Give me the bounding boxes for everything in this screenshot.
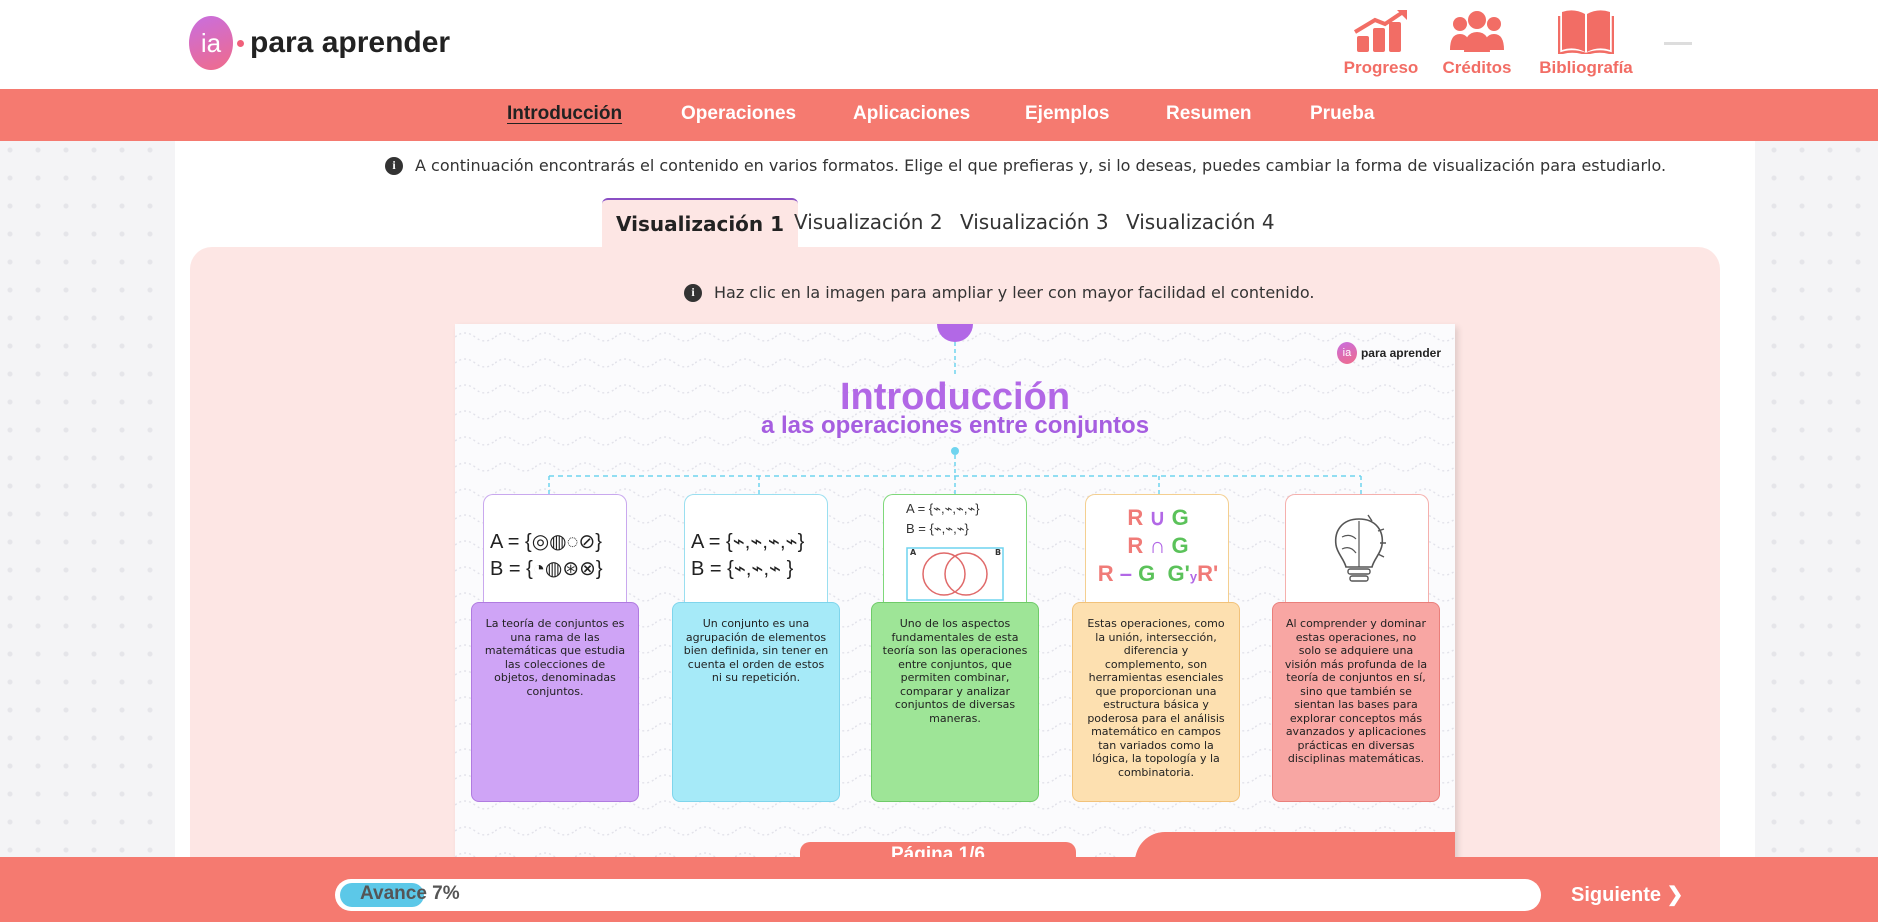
slide-logo-mark: ia [1336, 342, 1357, 364]
slide-logo-text: para aprender [1360, 346, 1441, 360]
logo-text: para aprender [250, 26, 451, 59]
progreso-label: Progreso [1343, 58, 1419, 77]
next-button[interactable]: Siguiente ❯ [1571, 882, 1683, 907]
slide-logo: ia para aprender [1336, 342, 1441, 364]
header: ia para aprender Progreso Créditos Bibli… [0, 0, 1878, 89]
tab-visualizacion-2[interactable]: Visualización 2 [780, 198, 957, 248]
progress-label: Avance 7% [360, 883, 460, 904]
tab-visualizacion-4[interactable]: Visualización 4 [1112, 198, 1289, 248]
bibliografia-button[interactable]: Bibliografía [1527, 6, 1645, 78]
objects-icons: ◔◍⊛⊗ [532, 558, 596, 580]
objects-icons: ⌁,⌁,⌁,⌁ [933, 501, 976, 516]
tab-visualizacion-3[interactable]: Visualización 3 [946, 198, 1123, 248]
lightbulb-brain-icon [1334, 514, 1386, 582]
info-icon: i [684, 283, 702, 302]
panel-info-text: Haz clic en la imagen para ampliar y lee… [714, 283, 1315, 302]
chart-up-icon [1351, 6, 1411, 54]
nav-prueba[interactable]: Prueba [1310, 103, 1374, 125]
format-info: i A continuación encontrarás el contenid… [385, 156, 1666, 175]
card-3-text: Uno de los aspectos fundamentales de est… [871, 602, 1039, 802]
bibliografia-label: Bibliografía [1539, 58, 1633, 77]
infographic-slide[interactable]: ia para aprender Introducción a las oper… [455, 324, 1455, 864]
card-4-operations: R ∪ G R ∩ G R – G G'yR' [1097, 505, 1219, 586]
tab-visualizacion-1[interactable]: Visualización 1 [602, 198, 799, 248]
card-1-sets: A = {◎◍◌⊘} B = {◔◍⊛⊗} [490, 531, 603, 580]
section-nav: Introducción Operaciones Aplicaciones Ej… [0, 89, 1878, 141]
nav-introduccion[interactable]: Introducción [507, 103, 622, 125]
card-5-image [1285, 494, 1429, 604]
nav-operaciones[interactable]: Operaciones [681, 103, 796, 125]
slide-subtitle: a las operaciones entre conjuntos [760, 412, 1150, 439]
venn-diagram-icon [906, 547, 1004, 601]
card-4-text: Estas operaciones, como la unión, inters… [1072, 602, 1240, 802]
brand-logo[interactable]: ia para aprender [189, 16, 450, 70]
venn-label-a: A [910, 548, 917, 557]
progreso-button[interactable]: Progreso [1335, 6, 1427, 78]
creditos-label: Créditos [1442, 58, 1512, 77]
card-2-image: A = {⌁,⌁,⌁,⌁} B = {⌁,⌁,⌁ } [684, 494, 828, 604]
info-icon: i [385, 156, 403, 175]
objects-icons: ⌁,⌁,⌁,⌁ [732, 531, 798, 553]
creditos-button[interactable]: Créditos [1427, 6, 1527, 78]
menu-handle[interactable] [1664, 42, 1692, 45]
card-1-text: La teoría de conjuntos es una rama de la… [471, 602, 639, 802]
card-4-image: R ∪ G R ∩ G R – G G'yR' [1085, 494, 1229, 604]
progress-bar [335, 879, 1541, 911]
card-3-image: A = {⌁,⌁,⌁,⌁} B = {⌁,⌁,⌁} A B [883, 494, 1027, 604]
logo-mark: ia [189, 16, 233, 70]
format-info-text: A continuación encontrarás el contenido … [415, 156, 1667, 175]
logo-dot [237, 39, 244, 47]
venn-label-b: B [995, 548, 1002, 557]
card-2-text: Un conjunto es una agrupación de element… [672, 602, 840, 802]
objects-icons: ◎◍◌⊘ [531, 531, 596, 553]
objects-icons: ⌁,⌁,⌁ [733, 558, 787, 580]
nav-resumen[interactable]: Resumen [1166, 103, 1252, 125]
card-2-sets: A = {⌁,⌁,⌁,⌁} B = {⌁,⌁,⌁ } [691, 531, 805, 580]
nav-ejemplos[interactable]: Ejemplos [1025, 103, 1109, 125]
objects-icons: ⌁,⌁,⌁ [933, 521, 965, 536]
card-5-text: Al comprender y dominar estas operacione… [1272, 602, 1440, 802]
panel-info: i Haz clic en la imagen para ampliar y l… [684, 283, 1315, 302]
header-actions: Progreso Créditos Bibliografía [1335, 6, 1645, 78]
nav-aplicaciones[interactable]: Aplicaciones [853, 103, 970, 125]
book-icon [1558, 6, 1614, 54]
users-icon [1448, 6, 1506, 54]
card-1-image: A = {◎◍◌⊘} B = {◔◍⊛⊗} [483, 494, 627, 604]
card-3-sets: A = {⌁,⌁,⌁,⌁} B = {⌁,⌁,⌁} [906, 501, 980, 536]
